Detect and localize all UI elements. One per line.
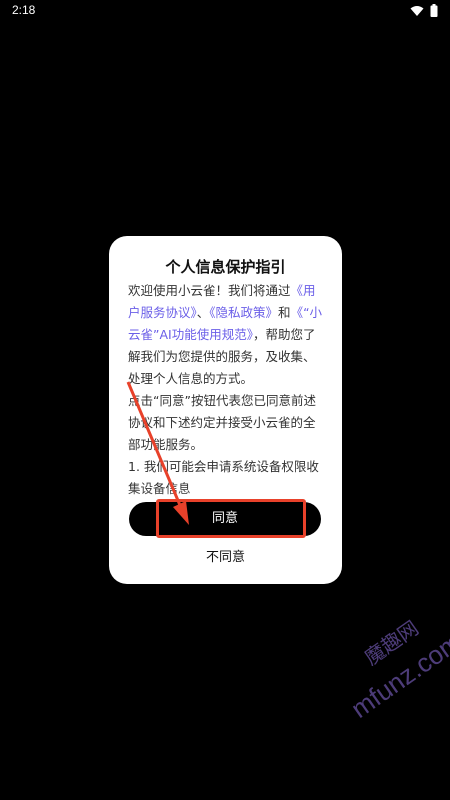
wifi-icon: [410, 5, 424, 16]
status-icons: [410, 4, 438, 17]
status-bar: 2:18: [0, 0, 450, 22]
privacy-policy-link[interactable]: 《隐私政策》: [209, 305, 278, 320]
separator: 、: [196, 305, 210, 320]
dialog-body[interactable]: 欢迎使用小云雀！我们将通过《用户服务协议》、《隐私政策》和《“小云雀”AI功能使…: [128, 280, 326, 516]
conjunction: 和: [278, 305, 291, 320]
dialog-title: 个人信息保护指引: [165, 258, 286, 276]
intro-paragraph: 欢迎使用小云雀！我们将通过《用户服务协议》、《隐私政策》和《“小云雀”AI功能使…: [128, 280, 326, 390]
consent-paragraph: 点击“同意”按钮代表您已同意前述协议和下述约定并接受小云雀的全部功能服务。: [128, 393, 316, 452]
status-time: 2:18: [12, 3, 36, 17]
annotation-highlight-box: [156, 499, 306, 538]
battery-icon: [430, 4, 438, 17]
disagree-button[interactable]: 不同意: [109, 546, 342, 568]
intro-prefix: 欢迎使用小云雀！我们将通过: [128, 283, 291, 298]
